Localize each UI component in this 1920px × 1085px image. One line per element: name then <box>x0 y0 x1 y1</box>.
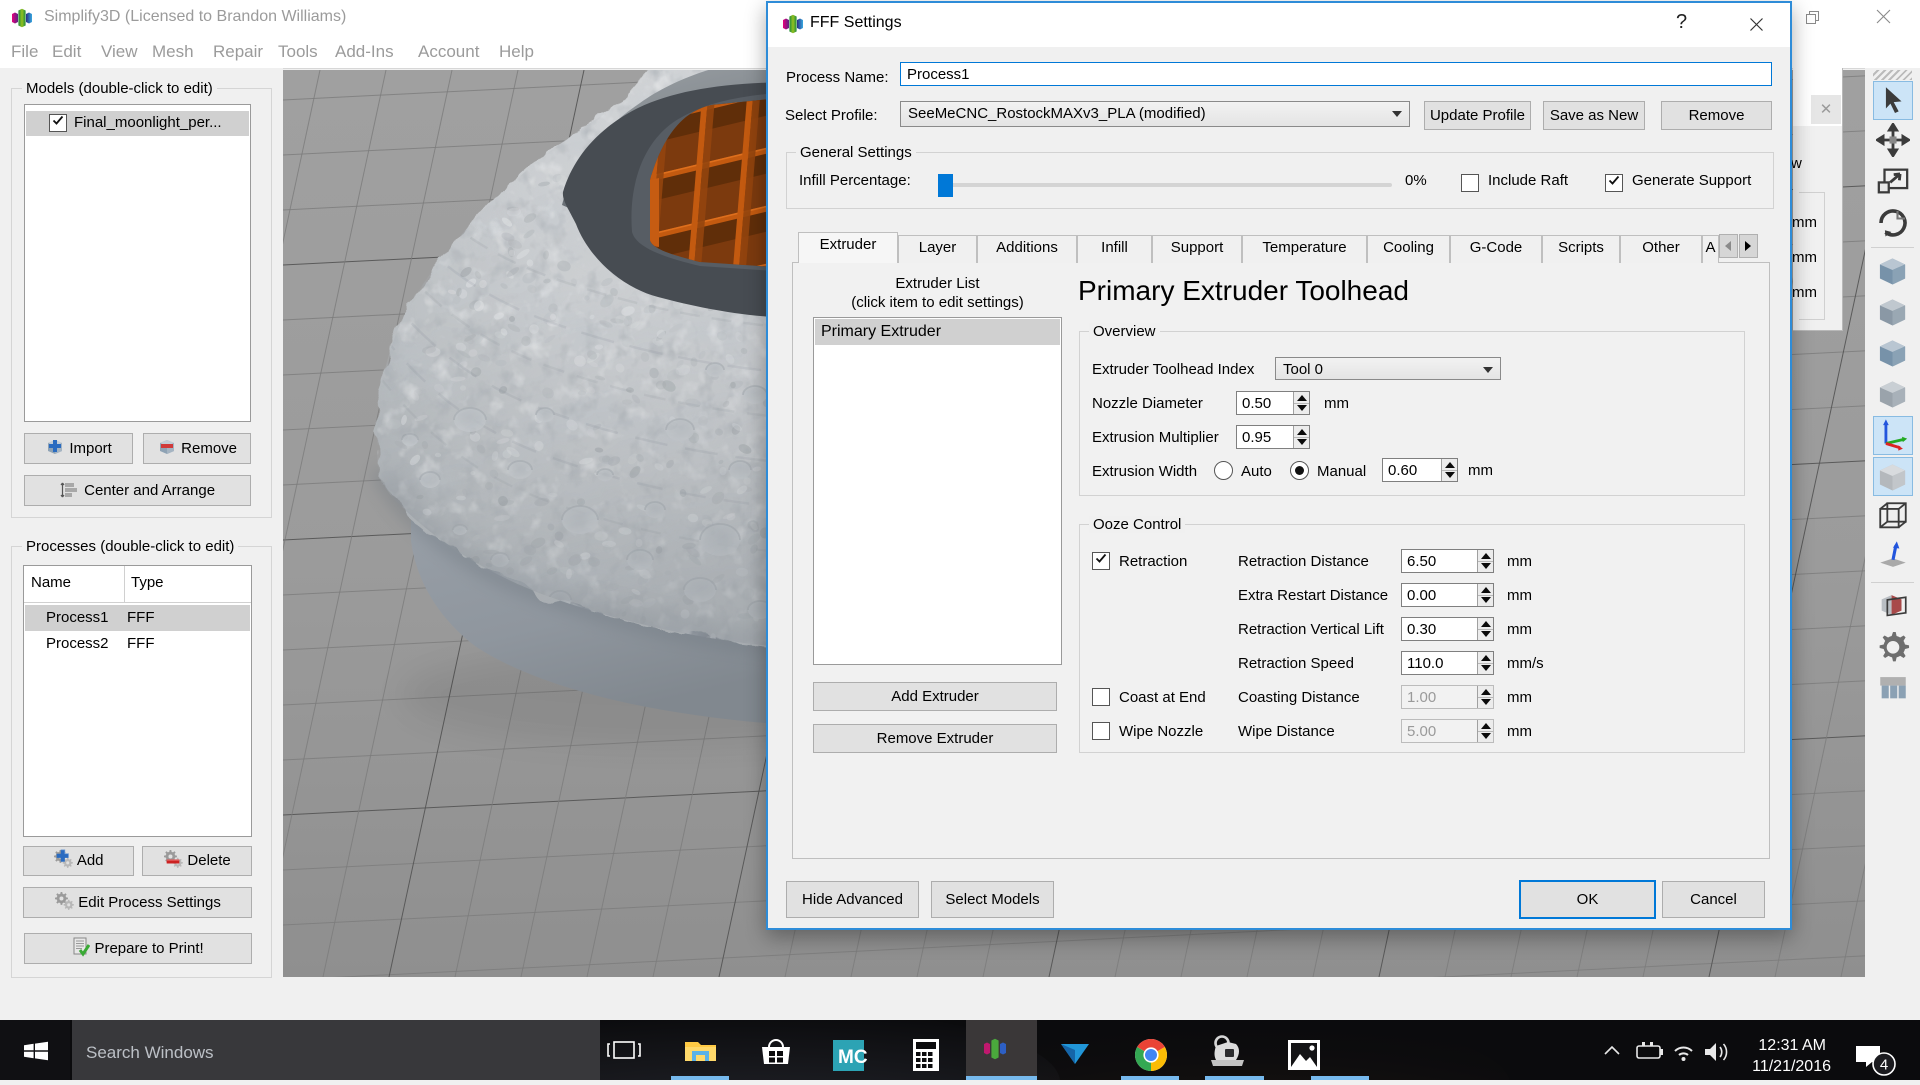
svg-text:Search Windows: Search Windows <box>86 1043 214 1062</box>
svg-text:MC: MC <box>838 1047 868 1068</box>
svg-text:11/21/2016: 11/21/2016 <box>1752 1058 1831 1075</box>
svg-text:12:31 AM: 12:31 AM <box>1758 1037 1826 1054</box>
svg-text:4: 4 <box>1880 1057 1888 1074</box>
